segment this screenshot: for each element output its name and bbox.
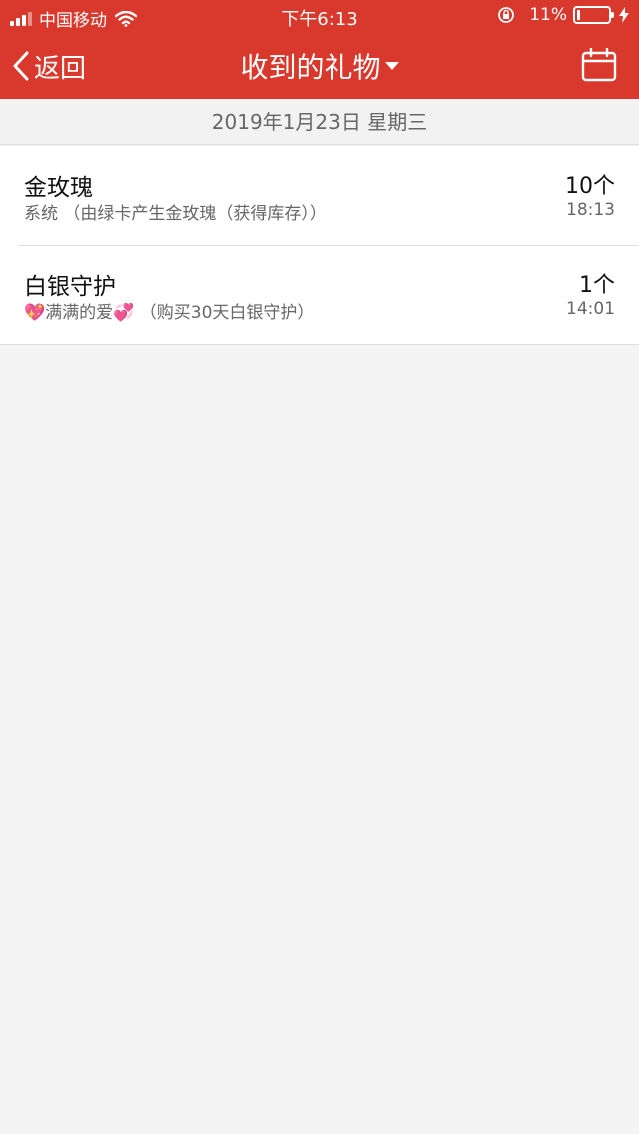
revolving-hearts-icon: 💞 [113,303,135,323]
gift-time: 18:13 [566,200,615,220]
gift-note: （购买30天白银守护） [139,303,315,323]
gift-row[interactable]: 白银守护 💖满满的爱💞 （购买30天白银守护） 1个 14:01 [0,245,639,344]
battery-percent: 11% [529,5,567,25]
status-right: 11% [497,5,629,25]
gift-sender: 系统 [24,204,58,224]
gift-name: 白银守护 [24,274,116,300]
gift-name: 金玫瑰 [24,175,93,201]
page-title: 收到的礼物 [240,51,381,84]
gift-detail: 系统 （由绿卡产生金玫瑰（获得库存）） [24,199,327,224]
charging-bolt-icon [619,7,629,23]
caret-down-icon [384,62,399,70]
gift-sender: 满满的爱 [45,303,114,323]
title-dropdown[interactable]: 收到的礼物 [0,46,639,86]
gift-note: （由绿卡产生金玫瑰（获得库存）） [63,204,327,224]
gift-count: 10个 [565,174,615,199]
battery-icon [573,6,614,24]
gift-detail: 💖满满的爱💞 （购买30天白银守护） [24,298,314,323]
gift-time: 14:01 [566,299,615,319]
calendar-icon[interactable] [581,48,617,82]
status-bar: 中国移动 下午6:13 11% [0,0,639,32]
gift-list: 金玫瑰 系统 （由绿卡产生金玫瑰（获得库存）） 10个 18:13 白银守护 💖… [0,146,639,345]
sparkling-heart-icon: 💖 [24,303,46,323]
gift-count: 1个 [579,273,615,298]
navigation-bar: 返回 收到的礼物 [0,32,639,99]
rotation-lock-icon [498,7,515,23]
gift-row[interactable]: 金玫瑰 系统 （由绿卡产生金玫瑰（获得库存）） 10个 18:13 [0,146,639,245]
app-header: 中国移动 下午6:13 11% 返回 收到的礼物 [0,0,639,99]
date-header: 2019年1月23日 星期三 [0,99,639,145]
